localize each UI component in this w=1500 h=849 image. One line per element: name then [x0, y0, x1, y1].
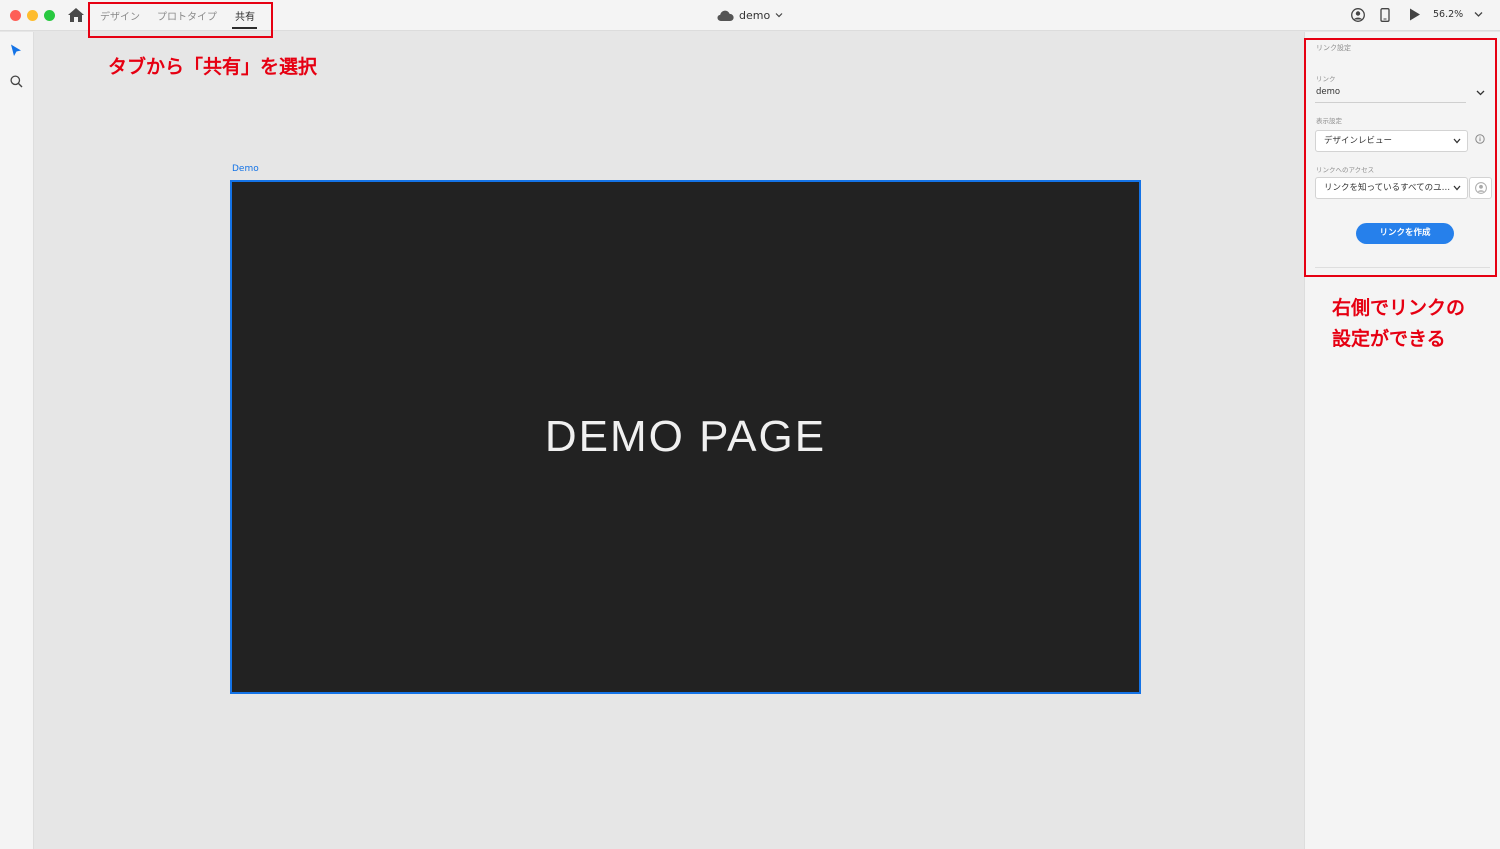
document-title: demo — [739, 8, 771, 22]
annotation-panel-note-line1: 右側でリンクの — [1332, 297, 1466, 319]
window-close-button[interactable] — [10, 10, 21, 21]
artboard-label[interactable]: Demo — [232, 164, 259, 174]
document-title-menu[interactable]: demo — [717, 7, 783, 23]
artboard[interactable]: DEMO PAGE — [230, 180, 1141, 694]
magnifier-icon[interactable] — [10, 75, 23, 88]
annotation-panel-note-line2: 設定ができる — [1332, 328, 1446, 350]
window-minimize-button[interactable] — [27, 10, 38, 21]
play-icon[interactable] — [1409, 8, 1421, 21]
annotation-box-panel — [1304, 38, 1497, 277]
annotation-box-tabs — [88, 2, 273, 38]
annotation-panel-note: 右側でリンクの 設定ができる — [1332, 293, 1465, 355]
mobile-device-icon[interactable] — [1380, 8, 1390, 22]
chevron-down-icon — [775, 13, 783, 18]
cloud-icon — [717, 10, 734, 21]
arrow-select-icon[interactable] — [10, 44, 22, 57]
left-toolbar — [0, 32, 34, 849]
home-icon[interactable] — [67, 7, 85, 23]
zoom-chevron-down-icon[interactable] — [1474, 11, 1483, 18]
user-icon[interactable] — [1351, 8, 1365, 22]
artboard-heading: DEMO PAGE — [544, 412, 827, 461]
zoom-level[interactable]: 56.2% — [1433, 9, 1463, 20]
annotation-tabs-note: タブから「共有」を選択 — [108, 56, 318, 78]
window-maximize-button[interactable] — [44, 10, 55, 21]
